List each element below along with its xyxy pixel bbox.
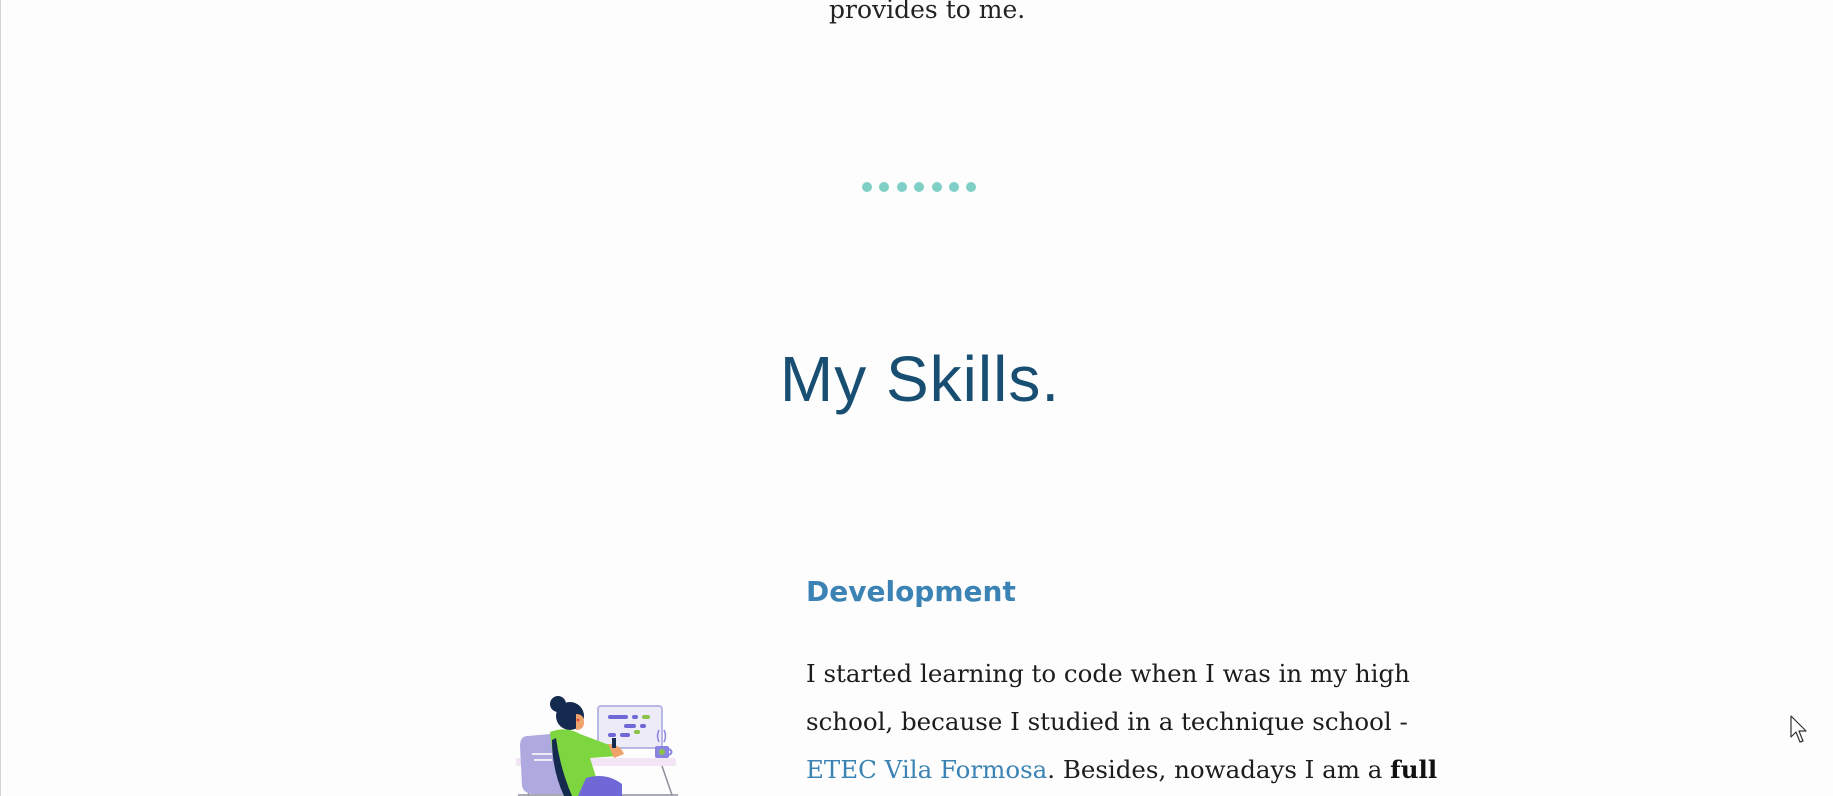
mouse-cursor-icon [1790, 715, 1807, 743]
divider-dot [862, 182, 872, 192]
skill-title-development: Development [806, 575, 1016, 608]
description-line: ETEC Vila Formosa. Besides, nowadays I a… [806, 746, 1437, 794]
divider-dot [966, 182, 977, 192]
description-line: I started learning to code when I was in… [806, 659, 1410, 688]
etec-vila-formosa-link[interactable]: ETEC Vila Formosa [806, 755, 1047, 784]
intro-paragraph-tail: provides to me. [829, 0, 1026, 24]
divider-dot [931, 182, 942, 192]
skill-description-development: I started learning to code when I was in… [806, 650, 1437, 794]
description-emphasis: full [1390, 755, 1438, 784]
divider-dot [948, 182, 959, 192]
dotted-divider [862, 182, 977, 192]
skills-section-title: My Skills. [779, 343, 1061, 415]
divider-dot [896, 182, 907, 192]
description-line: school, because I studied in a technique… [806, 707, 1408, 736]
divider-dot [914, 182, 925, 192]
divider-dot [879, 182, 890, 192]
description-text: . Besides, nowadays I am a [1047, 755, 1391, 784]
developer-at-desk-illustration [516, 696, 678, 796]
